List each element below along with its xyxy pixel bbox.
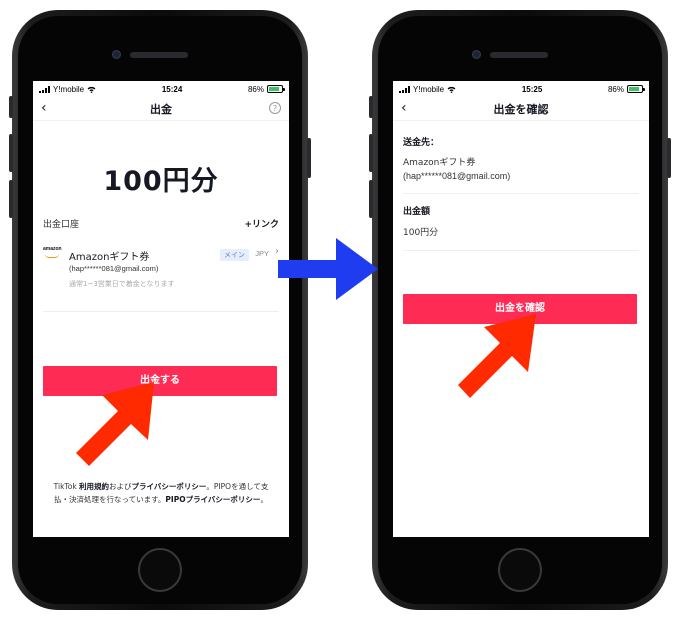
page-title: 出金を確認 bbox=[493, 102, 549, 116]
recipient-label: 送金先： bbox=[403, 138, 440, 148]
page-title: 出金 bbox=[150, 102, 172, 116]
wifi-icon bbox=[447, 86, 456, 93]
link-account-button[interactable]: +リンク bbox=[244, 217, 279, 230]
status-bar: Y!mobile 15:24 86% bbox=[33, 81, 289, 97]
help-icon[interactable]: ? bbox=[269, 102, 281, 114]
pipo-privacy-link[interactable]: PIPOプライバシーポリシー bbox=[165, 495, 260, 504]
terms-of-use-link[interactable]: 利用規約 bbox=[79, 482, 109, 491]
recipient-name: Amazonギフト券 bbox=[403, 158, 476, 168]
recipient-email: (hap******081@gmail.com) bbox=[403, 171, 511, 181]
signal-icon bbox=[39, 85, 50, 93]
red-arrow-icon bbox=[458, 314, 536, 398]
payout-method-item[interactable]: amazon Amazonギフト券 (hap******081@gmail.co… bbox=[43, 246, 279, 312]
left-phone-frame: Y!mobile 15:24 86% ‹ 出金 ? 100円分 出金口座 +リン… bbox=[9, 10, 311, 610]
withdraw-screen: Y!mobile 15:24 86% ‹ 出金 ? 100円分 出金口座 +リン… bbox=[33, 81, 289, 537]
volume-up-button bbox=[369, 134, 373, 172]
signal-icon bbox=[399, 85, 410, 93]
back-chevron-icon[interactable]: ‹ bbox=[401, 101, 407, 115]
blue-arrow-icon bbox=[278, 238, 378, 300]
front-camera bbox=[112, 50, 121, 59]
carrier-name: Y!mobile bbox=[413, 84, 445, 94]
terms-text-part: TikTok bbox=[53, 482, 80, 491]
battery-percent: 86% bbox=[247, 84, 264, 94]
currency-label: JPY bbox=[255, 249, 269, 258]
processing-note: 通常1~3営業日で着金となります bbox=[69, 280, 175, 288]
front-camera bbox=[472, 50, 481, 59]
account-row: 出金口座 +リンク bbox=[33, 217, 289, 230]
home-button bbox=[138, 548, 182, 592]
earpiece-speaker bbox=[490, 52, 548, 58]
amount-label: 出金額 bbox=[403, 207, 431, 217]
battery-percent: 86% bbox=[607, 84, 624, 94]
status-time: 15:25 bbox=[521, 84, 543, 94]
terms-text-part: および bbox=[109, 482, 132, 491]
mute-switch bbox=[9, 96, 13, 118]
battery-icon bbox=[626, 85, 645, 93]
mute-switch bbox=[369, 96, 373, 118]
carrier-name: Y!mobile bbox=[53, 84, 85, 94]
nav-bar: ‹ 出金 ? bbox=[33, 97, 289, 121]
volume-down-button bbox=[9, 180, 13, 218]
main-badge: メイン bbox=[220, 249, 249, 261]
earpiece-speaker bbox=[130, 52, 188, 58]
section-divider bbox=[403, 250, 639, 251]
home-button bbox=[498, 548, 542, 592]
terms-text: TikTok 利用規約およびプライバシーポリシー。PIPOを通して支払・決済処理… bbox=[51, 480, 271, 506]
volume-down-button bbox=[369, 180, 373, 218]
back-chevron-icon[interactable]: ‹ bbox=[41, 101, 47, 115]
status-time: 15:24 bbox=[161, 84, 183, 94]
volume-up-button bbox=[9, 134, 13, 172]
amazon-logo-icon: amazon bbox=[43, 246, 63, 260]
account-label: 出金口座 bbox=[43, 220, 80, 230]
privacy-policy-link[interactable]: プライバシーポリシー bbox=[132, 482, 207, 491]
terms-text-part: 。 bbox=[260, 495, 268, 504]
status-bar: Y!mobile 15:25 86% bbox=[393, 81, 649, 97]
power-button bbox=[667, 138, 671, 178]
amount-value: 100円分 bbox=[403, 228, 439, 238]
gift-card-email: (hap******081@gmail.com) bbox=[69, 264, 159, 273]
wifi-icon bbox=[87, 86, 96, 93]
nav-bar: ‹ 出金を確認 bbox=[393, 97, 649, 121]
battery-icon bbox=[266, 85, 285, 93]
red-arrow-icon bbox=[76, 382, 154, 466]
confirm-screen: Y!mobile 15:25 86% ‹ 出金を確認 送金先： Amazonギフ… bbox=[393, 81, 649, 537]
withdraw-amount: 100円分 bbox=[103, 166, 219, 197]
gift-card-name: Amazonギフト券 bbox=[69, 252, 150, 263]
power-button bbox=[307, 138, 311, 178]
